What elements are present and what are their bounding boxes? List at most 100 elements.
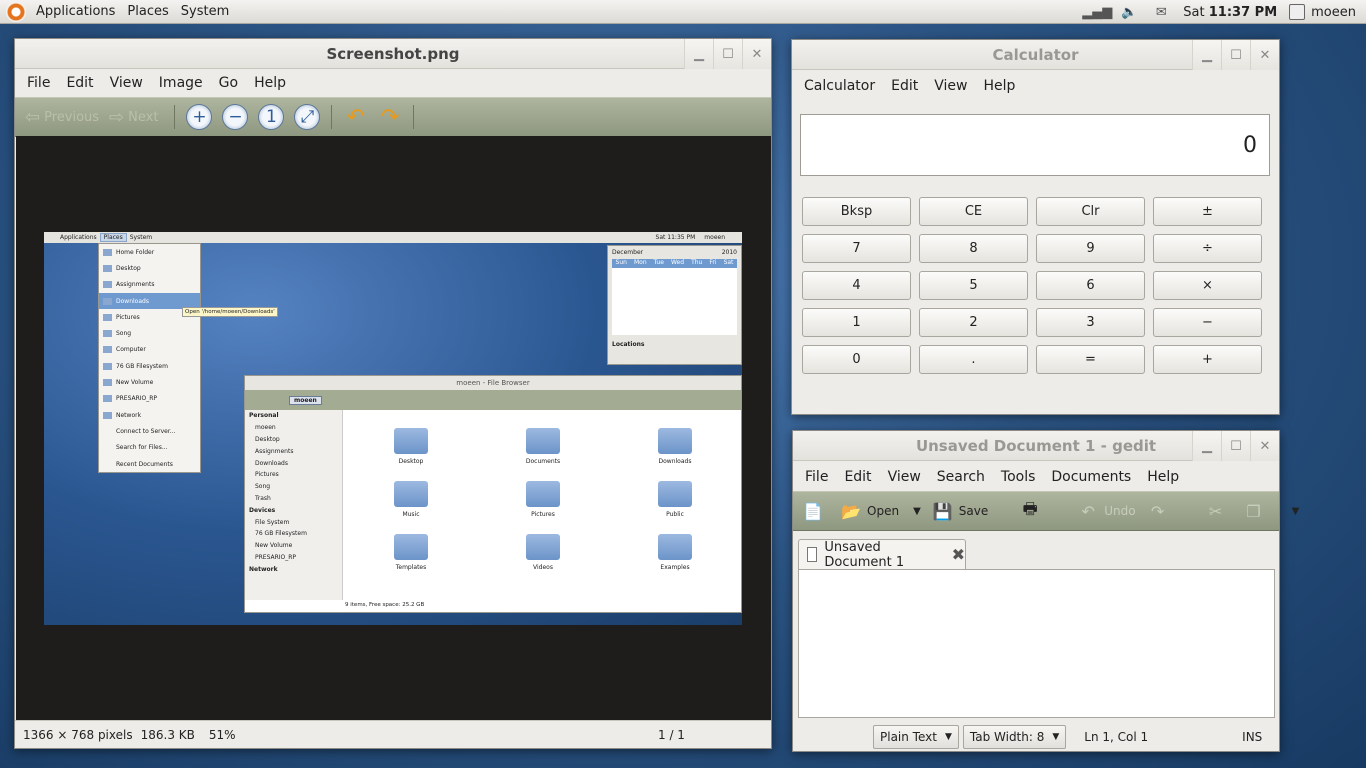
signal-icon[interactable]: ▂▄▆ <box>1082 4 1112 20</box>
cursor-position: Ln 1, Col 1 <box>1084 730 1149 744</box>
clear-button[interactable]: Clr <box>1036 197 1145 226</box>
zoom-fit-icon[interactable]: ⤢ <box>294 104 321 130</box>
ubuntu-logo-icon[interactable] <box>6 1 26 22</box>
toolbar-overflow-button[interactable]: ▼ <box>1292 506 1300 517</box>
add-button[interactable]: + <box>1153 345 1262 374</box>
thumb-menu-item: Search for Files... <box>116 444 168 452</box>
menu-search[interactable]: Search <box>929 469 993 485</box>
menu-file[interactable]: File <box>19 75 58 91</box>
decimal-point-button[interactable]: . <box>919 345 1028 374</box>
thumb-menu-item: Recent Documents <box>116 460 173 468</box>
menu-view[interactable]: View <box>880 469 929 485</box>
image-viewer-titlebar[interactable]: Screenshot.png ▁ ☐ ✕ <box>15 39 771 69</box>
digit-1-button[interactable]: 1 <box>802 308 911 337</box>
gedit-titlebar[interactable]: Unsaved Document 1 - gedit ▁ ☐ ✕ <box>793 431 1279 461</box>
zoom-normal-icon[interactable]: 1 <box>258 104 285 130</box>
clock[interactable]: Sat 11:37 PM <box>1177 5 1289 20</box>
backspace-button[interactable]: Bksp <box>802 197 911 226</box>
menu-edit[interactable]: Edit <box>883 78 926 94</box>
maximize-button[interactable]: ☐ <box>1221 40 1250 70</box>
copy-button[interactable]: ❐ <box>1244 500 1270 522</box>
digit-6-button[interactable]: 6 <box>1036 271 1145 300</box>
thumb-cal-locations: Locations <box>612 341 645 348</box>
digit-8-button[interactable]: 8 <box>919 234 1028 263</box>
save-button[interactable]: 💾 Save <box>933 500 988 522</box>
digit-9-button[interactable]: 9 <box>1036 234 1145 263</box>
digit-0-button[interactable]: 0 <box>802 345 911 374</box>
thumb-menu-item: Assignments <box>99 277 200 293</box>
mail-icon[interactable]: ✉ <box>1151 4 1171 20</box>
divide-button[interactable]: ÷ <box>1153 234 1262 263</box>
digit-7-button[interactable]: 7 <box>802 234 911 263</box>
cut-button[interactable]: ✂ <box>1206 500 1232 522</box>
equals-button[interactable]: = <box>1036 345 1145 374</box>
close-button[interactable]: ✕ <box>1250 431 1279 461</box>
minimize-button[interactable]: ▁ <box>1192 431 1221 461</box>
zoom-in-icon[interactable]: + <box>186 104 213 130</box>
digit-3-button[interactable]: 3 <box>1036 308 1145 337</box>
menu-documents[interactable]: Documents <box>1043 469 1139 485</box>
thumb-folder: Music <box>345 469 477 522</box>
syntax-selector[interactable]: Plain Text ▼ <box>873 725 959 749</box>
zoom-out-icon[interactable]: − <box>222 104 249 130</box>
menu-help[interactable]: Help <box>1139 469 1187 485</box>
print-button[interactable]: 🖶 <box>1020 498 1046 522</box>
change-sign-button[interactable]: ± <box>1153 197 1262 226</box>
calculator-titlebar[interactable]: Calculator ▁ ☐ ✕ <box>792 40 1279 70</box>
new-document-button[interactable]: 📄 <box>803 500 829 522</box>
toolbar-separator <box>174 105 176 129</box>
digit-4-button[interactable]: 4 <box>802 271 911 300</box>
next-button[interactable]: ⇨ Next <box>109 107 158 128</box>
menu-go[interactable]: Go <box>211 75 246 91</box>
thumb-menu-item: Connect to Server... <box>116 427 176 435</box>
tab-width-selector[interactable]: Tab Width: 8 ▼ <box>962 725 1067 749</box>
menubar: File Edit View Image Go Help <box>15 69 771 97</box>
menu-tools[interactable]: Tools <box>993 469 1044 485</box>
rotate-right-icon[interactable]: ↷ <box>381 105 399 130</box>
volume-icon[interactable]: 🔈 <box>1119 4 1139 20</box>
printer-icon: 🖶 <box>1022 498 1038 518</box>
thumb-fb-title: moeen - File Browser <box>245 376 741 390</box>
applications-menu[interactable]: Applications <box>30 0 121 24</box>
places-menu[interactable]: Places <box>121 0 174 24</box>
previous-button[interactable]: ⇦ Previous <box>25 107 99 128</box>
undo-button[interactable]: ↶ Undo <box>1078 500 1136 522</box>
minimize-button[interactable]: ▁ <box>684 39 713 69</box>
syntax-label: Plain Text <box>880 730 937 744</box>
minimize-button[interactable]: ▁ <box>1192 40 1221 70</box>
multiply-button[interactable]: × <box>1153 271 1262 300</box>
menu-view[interactable]: View <box>926 78 975 94</box>
next-label: Next <box>128 109 159 125</box>
thumb-menu-item: New Volume <box>99 374 200 390</box>
user-menu[interactable]: moeen <box>1289 4 1366 20</box>
menu-edit[interactable]: Edit <box>58 75 101 91</box>
close-button[interactable]: ✕ <box>742 39 771 69</box>
image-canvas[interactable]: Applications Places System Sat 11:35 PM … <box>16 136 771 721</box>
open-button[interactable]: 📂 Open ▼ <box>841 500 921 522</box>
menu-help[interactable]: Help <box>975 78 1023 94</box>
rotate-left-icon[interactable]: ↶ <box>346 105 364 130</box>
close-tab-icon[interactable]: ✖ <box>952 545 965 564</box>
menu-image[interactable]: Image <box>151 75 211 91</box>
menu-edit[interactable]: Edit <box>836 469 879 485</box>
menu-view[interactable]: View <box>102 75 151 91</box>
close-button[interactable]: ✕ <box>1250 40 1279 70</box>
maximize-button[interactable]: ☐ <box>713 39 742 69</box>
redo-button[interactable]: ↷ <box>1148 500 1174 522</box>
document-tab[interactable]: Unsaved Document 1 ✖ <box>798 539 966 570</box>
thumb-cal-dow: Sun Mon Tue Wed Thu Fri Sat <box>612 259 737 268</box>
menu-file[interactable]: File <box>797 469 836 485</box>
clear-entry-button[interactable]: CE <box>919 197 1028 226</box>
digit-2-button[interactable]: 2 <box>919 308 1028 337</box>
digit-5-button[interactable]: 5 <box>919 271 1028 300</box>
subtract-button[interactable]: − <box>1153 308 1262 337</box>
text-editor-area[interactable] <box>798 569 1275 718</box>
open-dropdown-icon[interactable]: ▼ <box>913 506 921 517</box>
maximize-button[interactable]: ☐ <box>1221 431 1250 461</box>
calculator-keypad: Bksp CE Clr ± 7 8 9 ÷ 4 5 6 × 1 2 3 − 0 … <box>802 197 1262 374</box>
image-viewer-window: Screenshot.png ▁ ☐ ✕ File Edit View Imag… <box>14 38 772 749</box>
menu-help[interactable]: Help <box>246 75 294 91</box>
system-menu[interactable]: System <box>175 0 235 24</box>
calculator-display[interactable]: 0 <box>800 114 1270 176</box>
menu-calculator[interactable]: Calculator <box>796 78 883 94</box>
